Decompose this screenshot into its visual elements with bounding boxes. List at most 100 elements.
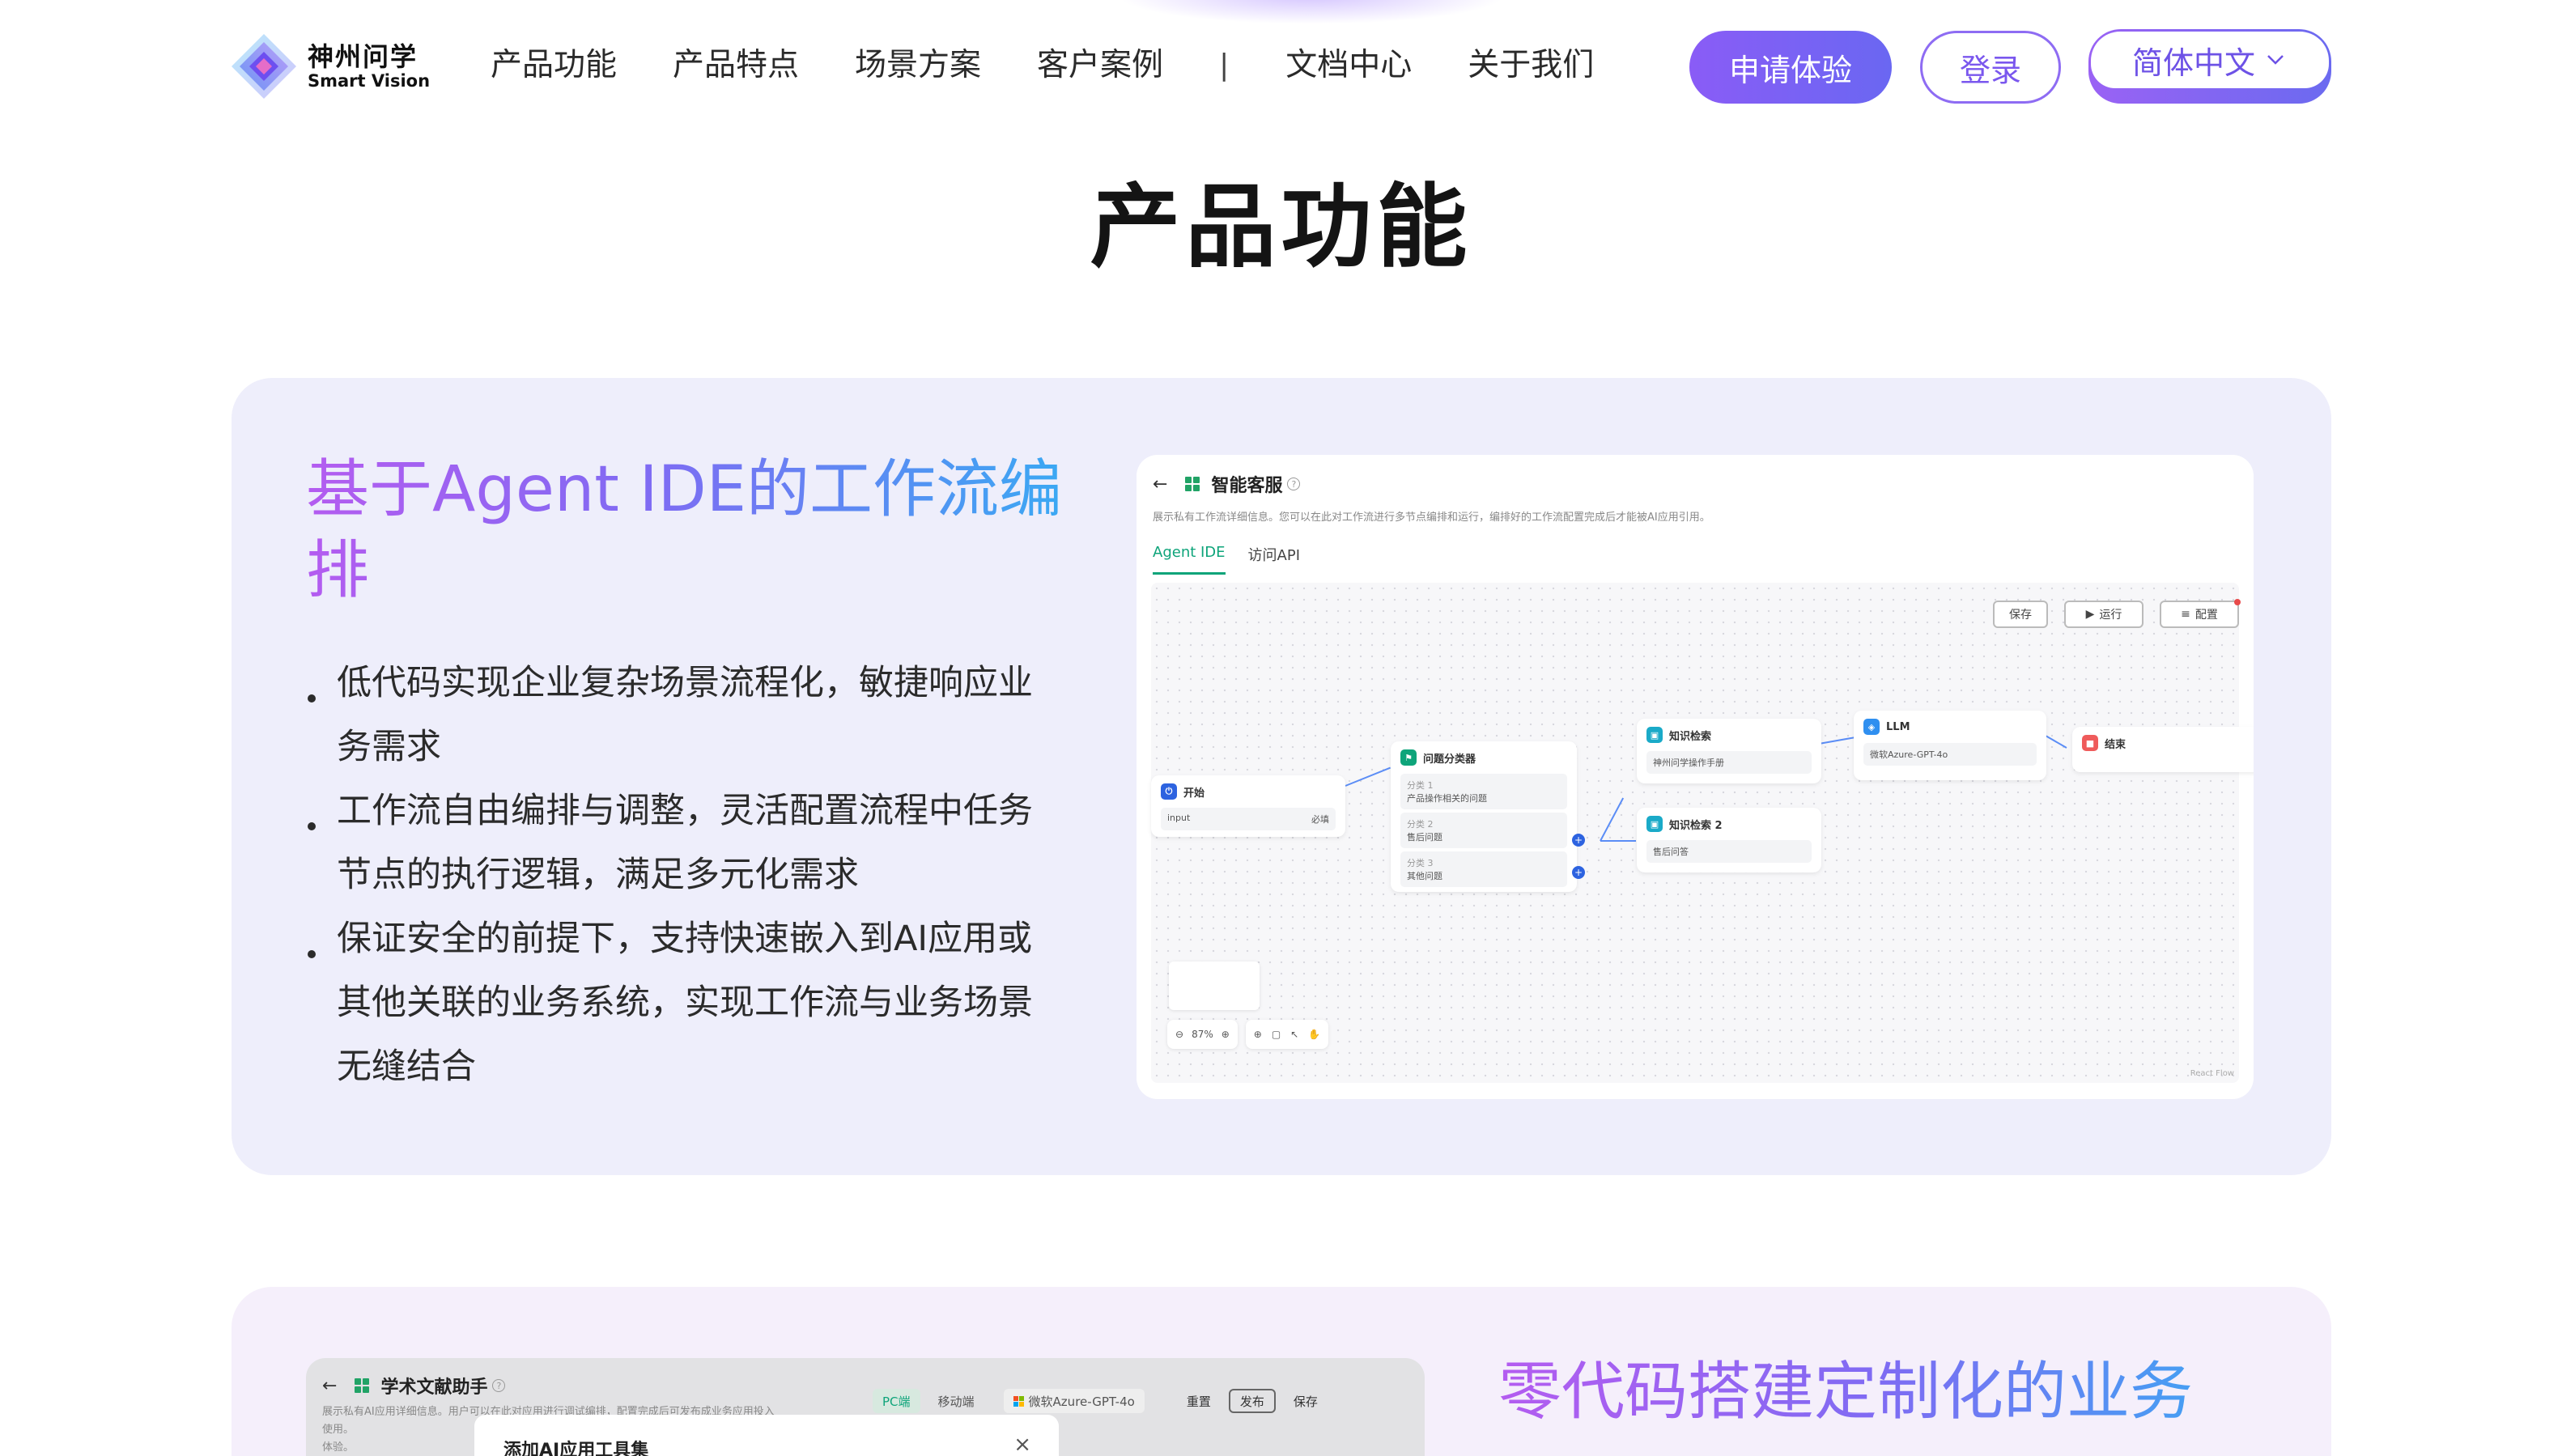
node-title: 知识检索 <box>1669 730 1712 743</box>
tool-group: ⊕ ▢ ↖ ✋ <box>1245 1020 1329 1049</box>
tab-access-api[interactable]: 访问API <box>1248 544 1300 575</box>
feature-bullet: 保证安全的前提下，支持快速嵌入到AI应用或其他关联的业务系统，实现工作流与业务场… <box>304 907 1049 1099</box>
publish-button[interactable]: 发布 <box>1228 1389 1276 1413</box>
node-title: 知识检索 2 <box>1669 819 1723 832</box>
node-field: input <box>1167 813 1191 823</box>
flow-edge <box>1600 797 1625 842</box>
windows-icon <box>1013 1395 1024 1407</box>
pointer-icon[interactable]: ↖ <box>1290 1029 1298 1040</box>
class-label: 分类 1 <box>1407 780 1434 791</box>
class-value: 产品操作相关的问题 <box>1407 793 1487 804</box>
config-button[interactable]: ≡ 配置 <box>2160 599 2241 628</box>
flow-edge <box>1818 736 1855 745</box>
add-handle-icon[interactable]: + <box>1572 866 1585 879</box>
llm-icon: ◈ <box>1863 719 1880 735</box>
node-title: 问题分类器 <box>1423 753 1476 766</box>
knowledge-icon: ▣ <box>1646 816 1663 832</box>
app-header-controls: PC端 移动端 微软Azure-GPT-4o 重置 发布 保存 <box>873 1389 1336 1413</box>
node-end[interactable]: ■ 结束 <box>2072 727 2254 772</box>
feature-bullets: 低代码实现企业复杂场景流程化，敏捷响应业务需求 工作流自由编排与调整，灵活配置流… <box>304 652 1049 1099</box>
language-selector[interactable]: 简体中文 <box>2088 29 2331 104</box>
config-label: 配置 <box>2194 609 2218 622</box>
node-field: 神州问学操作手册 <box>1653 758 1724 768</box>
node-start[interactable]: ⏻ 开始 input 必填 <box>1151 775 1345 837</box>
apply-trial-button[interactable]: 申请体验 <box>1689 31 1892 104</box>
node-field: 售后问答 <box>1653 847 1689 857</box>
workflow-tabs: Agent IDE 访问API <box>1153 544 1323 575</box>
login-button[interactable]: 登录 <box>1920 31 2061 104</box>
app-description-line: 体验。 <box>322 1441 355 1454</box>
language-label: 简体中文 <box>2131 45 2255 81</box>
nav-item-docs[interactable]: 文档中心 <box>1285 45 1412 86</box>
feature-bullet: 低代码实现企业复杂场景流程化，敏捷响应业务需求 <box>304 652 1049 779</box>
workflow-canvas[interactable]: 保存 ▶ 运行 ≡ 配置 ⏻ 开始 input 必填 ⚑ 问题分类器 分类 1 … <box>1151 583 2254 1083</box>
tab-mobile[interactable]: 移动端 <box>928 1389 984 1413</box>
agent-ide-screenshot: ← 智能客服 ? 展示私有工作流详细信息。您可以在此对工作流进行多节点编排和运行… <box>1137 455 2254 1099</box>
logo[interactable]: 神州问学 Smart Vision <box>228 31 430 102</box>
app-name: 学术文献助手 <box>380 1377 488 1398</box>
zoom-in-icon[interactable]: ⊕ <box>1222 1029 1230 1040</box>
react-flow-attribution: React Flow <box>2190 1069 2234 1078</box>
zoom-level: 87% <box>1192 1029 1213 1040</box>
save-button[interactable]: 保存 <box>1284 1389 1328 1413</box>
flow-edge <box>1600 840 1636 842</box>
back-arrow-icon[interactable]: ← <box>1153 474 1167 495</box>
node-field: 微软Azure-GPT-4o <box>1870 749 1948 760</box>
logo-name-cn: 神州问学 <box>308 41 419 72</box>
nav-item-features[interactable]: 产品功能 <box>491 45 617 86</box>
node-title: 开始 <box>1183 787 1205 800</box>
tab-agent-ide[interactable]: Agent IDE <box>1153 544 1226 575</box>
chevron-down-icon <box>2267 55 2284 65</box>
feature-title: 基于Agent IDE的工作流编排 <box>306 449 1067 611</box>
close-icon[interactable]: × <box>1013 1433 1031 1456</box>
zoom-out-icon[interactable]: ⊖ <box>1175 1029 1183 1040</box>
model-selector[interactable]: 微软Azure-GPT-4o <box>1003 1389 1145 1413</box>
end-icon: ■ <box>2082 735 2098 751</box>
class-label: 分类 3 <box>1407 858 1434 868</box>
help-icon[interactable]: ? <box>492 1379 506 1392</box>
note-icon[interactable]: ▢ <box>1272 1029 1281 1040</box>
nav-item-solutions[interactable]: 场景方案 <box>855 45 981 86</box>
workflow-name: 智能客服 <box>1211 476 1283 496</box>
node-title: 结束 <box>2105 738 2127 751</box>
nav-item-about[interactable]: 关于我们 <box>1468 45 1594 86</box>
node-knowledge-1[interactable]: ▣ 知识检索 神州问学操作手册 <box>1637 719 1821 783</box>
model-name: 微软Azure-GPT-4o <box>1028 1394 1135 1409</box>
node-knowledge-2[interactable]: ▣ 知识检索 2 售后问答 <box>1637 808 1821 872</box>
class-value: 其他问题 <box>1407 871 1442 881</box>
dialog-title: 添加AI应用工具集 <box>503 1441 649 1456</box>
app-builder-screenshot: ← 学术文献助手 ? 展示私有AI应用详细信息。用户可以在此对应用进行调试编排，… <box>306 1358 1425 1456</box>
node-llm[interactable]: ◈ LLM 微软Azure-GPT-4o <box>1854 711 2046 780</box>
tab-pc[interactable]: PC端 <box>873 1389 920 1413</box>
run-label: 运行 <box>2099 609 2122 622</box>
back-arrow-icon[interactable]: ← <box>322 1376 337 1396</box>
nav-item-cases[interactable]: 客户案例 <box>1037 45 1163 86</box>
canvas-toolbar: 保存 ▶ 运行 ≡ 配置 <box>1993 599 2241 628</box>
add-handle-icon[interactable]: + <box>1572 834 1585 847</box>
hand-icon[interactable]: ✋ <box>1308 1029 1320 1040</box>
flow-edge <box>2045 735 2067 749</box>
node-title: LLM <box>1886 720 1910 733</box>
minimap[interactable] <box>1169 961 1260 1010</box>
reset-button[interactable]: 重置 <box>1177 1389 1221 1413</box>
class-label: 分类 2 <box>1407 819 1434 830</box>
add-toolset-dialog: 添加AI应用工具集 × <box>474 1415 1059 1456</box>
help-icon[interactable]: ? <box>1287 478 1301 490</box>
node-classifier[interactable]: ⚑ 问题分类器 分类 1 产品操作相关的问题 分类 2 售后问题 分类 3 其他问题 <box>1391 741 1577 892</box>
nav-item-characteristics[interactable]: 产品特点 <box>673 45 799 86</box>
run-button[interactable]: ▶ 运行 <box>2064 601 2143 628</box>
save-button[interactable]: 保存 <box>1993 601 2048 628</box>
sliders-icon: ≡ <box>2181 608 2190 621</box>
nav-separator: | <box>1219 49 1230 82</box>
site-header: 神州问学 Smart Vision 产品功能 产品特点 场景方案 客户案例 | … <box>0 0 2562 134</box>
add-node-icon[interactable]: ⊕ <box>1254 1029 1262 1040</box>
logo-icon <box>228 31 300 102</box>
class-value: 售后问题 <box>1407 832 1442 843</box>
feature-card-zero-code: ← 学术文献助手 ? 展示私有AI应用详细信息。用户可以在此对应用进行调试编排，… <box>232 1287 2331 1456</box>
section-title: 产品功能 <box>1090 175 1472 280</box>
flow-edge <box>1345 766 1391 787</box>
feature-bullet: 工作流自由编排与调整，灵活配置流程中任务节点的执行逻辑，满足多元化需求 <box>304 779 1049 907</box>
workflow-description: 展示私有工作流详细信息。您可以在此对工作流进行多节点编排和运行，编排好的工作流配… <box>1153 512 1710 524</box>
zoom-controls: ⊖ 87% ⊕ ⊕ ▢ ↖ ✋ <box>1167 1020 1336 1049</box>
knowledge-icon: ▣ <box>1646 727 1663 743</box>
